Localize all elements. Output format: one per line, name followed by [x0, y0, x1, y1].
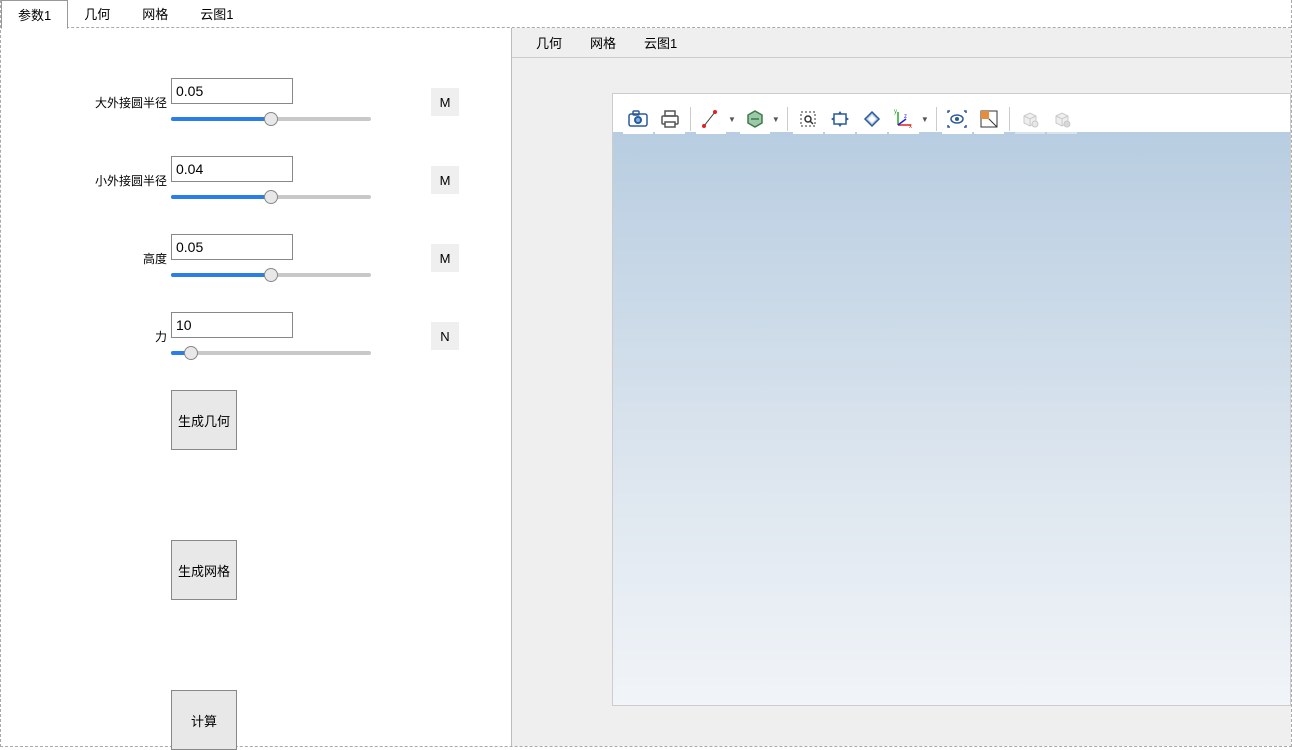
cube-light-icon[interactable]	[1015, 104, 1045, 134]
wireframe-toggle-icon[interactable]	[974, 104, 1004, 134]
axis-xyz-icon[interactable]: y xz	[889, 104, 919, 134]
viewer-tab-mesh[interactable]: 网格	[576, 29, 630, 56]
zoom-extents-icon[interactable]	[857, 104, 887, 134]
generate-mesh-button[interactable]: 生成网格	[171, 540, 237, 600]
inner-radius-input[interactable]	[171, 156, 293, 182]
viewer-tab-contour1[interactable]: 云图1	[630, 29, 691, 56]
viewer-toolbar: ▼ ▼	[623, 104, 1077, 134]
svg-text:z: z	[904, 114, 907, 120]
generate-geometry-button[interactable]: 生成几何	[171, 390, 237, 450]
viewer-tab-geometry[interactable]: 几何	[522, 29, 576, 56]
tab-geometry[interactable]: 几何	[68, 0, 126, 27]
unit-label: M	[431, 244, 459, 272]
chevron-down-icon[interactable]: ▼	[726, 115, 738, 124]
viewer-tab-bar: 几何 网格 云图1	[512, 28, 1291, 58]
param-row-inner-radius: 小外接圆半径 M	[91, 156, 471, 204]
param-label: 高度	[91, 250, 171, 267]
height-slider[interactable]	[171, 266, 371, 282]
unit-label: N	[431, 322, 459, 350]
height-input[interactable]	[171, 234, 293, 260]
viewer-canvas[interactable]	[613, 132, 1290, 705]
inner-radius-slider[interactable]	[171, 188, 371, 204]
print-icon[interactable]	[655, 104, 685, 134]
param-row-height: 高度 M	[91, 234, 471, 282]
force-input[interactable]	[171, 312, 293, 338]
parameter-panel: 大外接圆半径 M 小外接圆半径	[1, 28, 511, 746]
top-tab-bar: 参数1 几何 网格 云图1	[1, 0, 1291, 28]
eye-view-icon[interactable]	[942, 104, 972, 134]
unit-label: M	[431, 166, 459, 194]
param-row-outer-radius: 大外接圆半径 M	[91, 78, 471, 126]
svg-text:x: x	[909, 124, 912, 129]
param-label: 大外接圆半径	[91, 94, 171, 111]
chevron-down-icon[interactable]: ▼	[919, 115, 931, 124]
param-row-force: 力 N	[91, 312, 471, 360]
tab-contour1[interactable]: 云图1	[184, 0, 249, 27]
unit-label: M	[431, 88, 459, 116]
outer-radius-slider[interactable]	[171, 110, 371, 126]
tab-params1[interactable]: 参数1	[1, 0, 68, 29]
force-slider[interactable]	[171, 344, 371, 360]
outer-radius-input[interactable]	[171, 78, 293, 104]
compute-button[interactable]: 计算	[171, 690, 237, 750]
cube-shadow-icon[interactable]	[1047, 104, 1077, 134]
param-label: 力	[91, 328, 171, 345]
hexagon-icon[interactable]	[740, 104, 770, 134]
svg-text:y: y	[894, 109, 897, 115]
camera-icon[interactable]	[623, 104, 653, 134]
viewer-area: ▼ ▼	[612, 93, 1291, 706]
tab-mesh[interactable]: 网格	[126, 0, 184, 27]
line-tool-icon[interactable]	[696, 104, 726, 134]
pan-icon[interactable]	[825, 104, 855, 134]
chevron-down-icon[interactable]: ▼	[770, 115, 782, 124]
viewer-panel: 几何 网格 云图1 ▼	[511, 28, 1291, 746]
param-label: 小外接圆半径	[91, 172, 171, 189]
zoom-select-icon[interactable]	[793, 104, 823, 134]
